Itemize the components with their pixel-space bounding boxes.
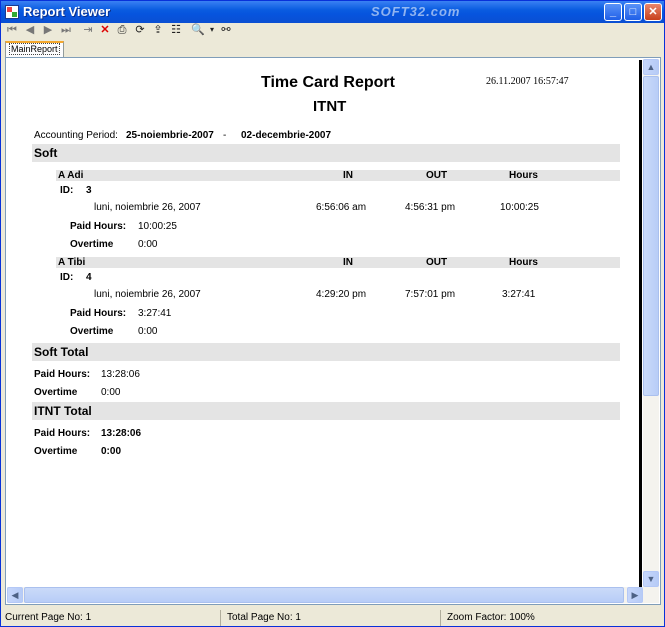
tab-strip: MainReport xyxy=(3,41,663,57)
punch-hours: 3:27:41 xyxy=(502,289,536,300)
column-hours-header: Hours xyxy=(509,257,538,268)
current-page-status: Current Page No: 1 xyxy=(1,610,221,626)
vertical-scrollbar[interactable]: ▲ ▼ xyxy=(643,59,659,603)
punch-out: 4:56:31 pm xyxy=(405,202,456,213)
report-viewer-window: Report Viewer SOFT32.com _ □ ✕ ⏮ ◀ ▶ ⏭ ⇥… xyxy=(0,0,665,627)
close-button[interactable]: ✕ xyxy=(644,3,662,21)
overtime-label: Overtime xyxy=(70,239,114,250)
next-page-icon[interactable]: ▶ xyxy=(41,23,55,37)
last-page-icon[interactable]: ⏭ xyxy=(59,23,73,37)
title-bar[interactable]: Report Viewer SOFT32.com _ □ ✕ xyxy=(1,1,664,23)
refresh-icon[interactable]: ⟳ xyxy=(133,23,147,37)
previous-page-icon[interactable]: ◀ xyxy=(23,23,37,37)
column-in-header: IN xyxy=(343,170,353,181)
paid-hours-value: 3:27:41 xyxy=(138,308,172,319)
overtime-label: Overtime xyxy=(70,326,114,337)
toolbar: ⏮ ◀ ▶ ⏭ ⇥ ✕ ⎙ ⟳ ⇪ ☷ 🔍 ▾ ⚯ xyxy=(1,23,664,39)
company-total-label: ITNT Total xyxy=(34,404,92,418)
zoom-icon[interactable]: 🔍 xyxy=(191,23,205,37)
column-out-header: OUT xyxy=(426,170,448,181)
group-total-paid-value: 13:28:06 xyxy=(101,369,140,380)
report-page: Time Card Report 26.11.2007 16:57:47 ITN… xyxy=(8,60,642,592)
scroll-right-icon[interactable]: ▶ xyxy=(627,587,643,603)
company-name: ITNT xyxy=(313,98,347,115)
company-total-paid-label: Paid Hours: xyxy=(34,428,91,439)
vertical-scroll-thumb[interactable] xyxy=(643,76,659,396)
watermark-logo: SOFT32.com xyxy=(371,4,461,19)
horizontal-scroll-thumb[interactable] xyxy=(24,587,624,603)
minimize-button[interactable]: _ xyxy=(604,3,622,21)
app-icon xyxy=(5,5,19,19)
column-out-header: OUT xyxy=(426,257,448,268)
group-name: Soft xyxy=(34,146,58,160)
group-total-overtime-value: 0:00 xyxy=(101,387,121,398)
zoom-factor-status: Zoom Factor: 100% xyxy=(447,612,535,623)
goto-page-icon[interactable]: ⇥ xyxy=(81,23,95,37)
tab-mainreport[interactable]: MainReport xyxy=(5,41,64,57)
report-view-area: Time Card Report 26.11.2007 16:57:47 ITN… xyxy=(5,57,661,605)
punch-out: 7:57:01 pm xyxy=(405,289,456,300)
company-total-overtime-value: 0:00 xyxy=(101,446,122,457)
status-bar: Current Page No: 1 Total Page No: 1 Zoom… xyxy=(1,610,664,626)
paid-hours-label: Paid Hours: xyxy=(70,308,127,319)
employee-id: 3 xyxy=(86,185,92,196)
first-page-icon[interactable]: ⏮ xyxy=(5,23,19,37)
horizontal-scrollbar[interactable]: ◀ ▶ xyxy=(7,587,643,603)
scroll-down-icon[interactable]: ▼ xyxy=(643,571,659,587)
tab-mainreport-label: MainReport xyxy=(9,43,60,55)
company-total-paid-value: 13:28:06 xyxy=(101,428,142,439)
stop-icon[interactable]: ✕ xyxy=(98,23,112,37)
company-total-band xyxy=(32,402,620,420)
period-label: Accounting Period: xyxy=(34,130,118,141)
period-start: 25-noiembrie-2007 xyxy=(126,130,214,141)
group-total-band xyxy=(32,343,620,361)
print-timestamp: 26.11.2007 16:57:47 xyxy=(486,76,569,87)
employee-name: A Tibi xyxy=(58,257,86,268)
zoom-dropdown-icon[interactable]: ▾ xyxy=(205,23,219,37)
paid-hours-value: 10:00:25 xyxy=(138,221,177,232)
overtime-value: 0:00 xyxy=(138,239,158,250)
report-title: Time Card Report xyxy=(261,74,395,91)
punch-date: luni, noiembrie 26, 2007 xyxy=(94,202,201,213)
period-end: 02-decembrie-2007 xyxy=(241,130,332,141)
punch-in: 4:29:20 pm xyxy=(316,289,367,300)
print-icon[interactable]: ⎙ xyxy=(115,23,129,37)
punch-hours: 10:00:25 xyxy=(500,202,539,213)
export-icon[interactable]: ⇪ xyxy=(151,23,165,37)
maximize-button[interactable]: □ xyxy=(624,3,642,21)
find-icon[interactable]: ⚯ xyxy=(219,23,233,37)
group-total-overtime-label: Overtime xyxy=(34,387,78,398)
group-total-label: Soft Total xyxy=(34,345,89,359)
id-label: ID: xyxy=(60,272,74,283)
punch-in: 6:56:06 am xyxy=(316,202,367,213)
paid-hours-label: Paid Hours: xyxy=(70,221,127,232)
column-hours-header: Hours xyxy=(509,170,538,181)
window-title: Report Viewer xyxy=(23,4,111,19)
scroll-left-icon[interactable]: ◀ xyxy=(7,587,23,603)
id-label: ID: xyxy=(60,185,74,196)
overtime-value: 0:00 xyxy=(138,326,158,337)
group-tree-icon[interactable]: ☷ xyxy=(169,23,183,37)
period-separator: - xyxy=(223,130,227,141)
total-page-status: Total Page No: 1 xyxy=(223,610,441,626)
column-in-header: IN xyxy=(343,257,353,268)
scroll-up-icon[interactable]: ▲ xyxy=(643,59,659,75)
company-total-overtime-label: Overtime xyxy=(34,446,78,457)
group-header-band xyxy=(32,144,620,162)
employee-name: A Adi xyxy=(58,170,84,181)
group-total-paid-label: Paid Hours: xyxy=(34,369,91,380)
employee-id: 4 xyxy=(86,272,92,283)
punch-date: luni, noiembrie 26, 2007 xyxy=(94,289,201,300)
